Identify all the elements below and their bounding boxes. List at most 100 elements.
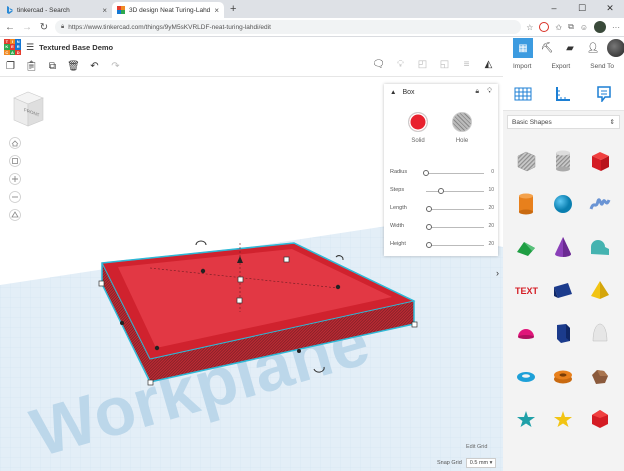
collections-icon[interactable]: ⧉ (568, 22, 574, 32)
prop-value[interactable]: 20 (488, 223, 494, 229)
resize-handle[interactable] (411, 321, 418, 328)
profile-icon[interactable]: ☺ (580, 23, 588, 32)
slider-track[interactable] (426, 191, 484, 192)
codeblocks-pickaxe-icon[interactable]: ⛏ (538, 39, 556, 57)
shape-sphere[interactable] (544, 182, 581, 225)
prop-value[interactable]: 10 (488, 187, 494, 193)
favorite-star-icon[interactable]: ☆ (526, 23, 533, 32)
collapse-panel-chevron-icon[interactable]: › (496, 268, 499, 278)
perspective-icon[interactable] (9, 209, 21, 221)
undo-icon[interactable]: ↶ (88, 61, 101, 72)
shape-polygon[interactable] (544, 311, 581, 354)
hole-button[interactable]: Hole (452, 112, 472, 144)
home-view-icon[interactable] (9, 137, 21, 149)
view-cube[interactable]: FRONT (10, 89, 46, 129)
slider-track[interactable] (426, 209, 484, 210)
prop-value[interactable]: 20 (488, 205, 494, 211)
side-handle[interactable] (120, 321, 124, 325)
shape-wedge[interactable] (544, 268, 581, 311)
user-avatar-small[interactable] (594, 21, 606, 33)
shape-box[interactable] (581, 139, 618, 182)
slider-track[interactable] (426, 173, 484, 174)
extension-icon[interactable] (539, 22, 550, 32)
lock-shape-icon[interactable]: 🔒︎ (475, 88, 479, 96)
edit-grid-button[interactable]: Edit Grid (466, 444, 487, 450)
shape-star-yellow[interactable] (544, 397, 581, 440)
shape-cylinder[interactable] (507, 182, 544, 225)
resize-handle[interactable] (236, 297, 243, 304)
shape-roof[interactable] (507, 225, 544, 268)
slider-track[interactable] (426, 245, 484, 246)
shape-box-striped[interactable] (507, 139, 544, 182)
slider-knob[interactable] (425, 224, 432, 230)
notes-icon[interactable] (595, 85, 613, 103)
slider-knob[interactable] (425, 242, 432, 248)
import-button[interactable]: Import (513, 63, 531, 70)
slider-knob[interactable] (423, 170, 429, 176)
center-handle[interactable] (237, 276, 244, 283)
side-handle[interactable] (297, 349, 301, 353)
maximize-icon[interactable]: ☐ (568, 0, 596, 18)
prop-value[interactable]: 20 (488, 241, 494, 247)
design-title[interactable]: Textured Base Demo (39, 43, 113, 52)
light-bulb-icon[interactable]: 💡︎ (394, 59, 407, 70)
shape-half-sphere[interactable] (507, 311, 544, 354)
collapse-inspector-icon[interactable]: ▲ (390, 89, 396, 96)
slider-knob[interactable] (425, 206, 432, 212)
close-tab-icon[interactable]: × (214, 6, 219, 15)
light-bulb-icon[interactable]: 💡︎ (487, 88, 492, 96)
back-icon[interactable]: ← (4, 22, 16, 33)
align-icon[interactable]: ≡ (460, 59, 473, 70)
resize-handle[interactable] (283, 256, 290, 263)
hole-swatch[interactable] (452, 112, 472, 132)
delete-icon[interactable]: 🗑︎ (67, 61, 80, 72)
shapes-category-select[interactable]: Basic Shapes ⇕ (507, 115, 620, 129)
shape-text[interactable]: TEXT (507, 268, 544, 311)
refresh-icon[interactable]: ↻ (38, 22, 50, 33)
workplane-grid-icon[interactable] (514, 85, 532, 103)
shape-torus[interactable] (507, 354, 544, 397)
browser-tab-tinkercad[interactable]: 3D design Neat Turing-Lahdi | Tinkercad … (112, 2, 224, 18)
favorites-icon[interactable]: ✩ (555, 23, 562, 32)
ungroup-icon[interactable]: ◱ (438, 59, 451, 70)
snap-grid-select[interactable]: 0.5 mm ▾ (465, 458, 497, 468)
slider-track[interactable] (426, 227, 484, 228)
shape-paraboloid[interactable] (581, 311, 618, 354)
zoom-out-icon[interactable] (9, 191, 21, 203)
resize-handle[interactable] (98, 280, 105, 287)
shape-name[interactable]: Box (402, 89, 414, 96)
redo-icon[interactable]: ↷ (109, 61, 122, 72)
shape-scribble[interactable] (581, 182, 618, 225)
forward-icon[interactable]: → (21, 22, 33, 33)
add-user-icon[interactable]: 👤︎ (584, 39, 602, 57)
more-menu-icon[interactable]: ··· (612, 23, 620, 32)
close-window-icon[interactable]: ✕ (596, 0, 624, 18)
shape-cone[interactable] (544, 225, 581, 268)
zoom-in-icon[interactable] (9, 173, 21, 185)
copy-icon[interactable]: ❐ (4, 61, 17, 72)
mirror-icon[interactable]: ◭ (482, 59, 495, 70)
note-icon[interactable]: 🗨︎ (372, 59, 385, 70)
minimize-icon[interactable]: – (540, 0, 568, 18)
group-icon[interactable]: ◰ (416, 59, 429, 70)
paste-icon[interactable]: 📋︎ (25, 61, 38, 72)
ruler-icon[interactable] (554, 85, 572, 103)
send-to-button[interactable]: Send To (590, 63, 614, 70)
lesson-briefcase-icon[interactable]: ▰ (561, 39, 579, 57)
shape-cylinder-striped[interactable] (544, 139, 581, 182)
tinkercad-logo[interactable]: TIN KER CAD (4, 38, 21, 56)
shape-generator[interactable] (581, 354, 618, 397)
shape-pyramid[interactable] (581, 268, 618, 311)
url-field[interactable]: 🔒︎ https://www.tinkercad.com/things/9yM5… (55, 20, 522, 34)
design-list-icon[interactable]: ☰ (26, 42, 34, 53)
slider-knob[interactable] (437, 188, 444, 194)
side-handle[interactable] (200, 268, 206, 274)
shape-star-teal[interactable] (507, 397, 544, 440)
browser-tab-search[interactable]: tinkercad - Search × (0, 2, 112, 18)
3d-design-grid-icon[interactable]: ▦ (513, 38, 533, 58)
shape-icosahedron[interactable] (581, 397, 618, 440)
new-tab-button[interactable]: + (230, 3, 236, 15)
shape-tube[interactable] (544, 354, 581, 397)
duplicate-icon[interactable]: ⧉ (46, 61, 59, 72)
rotate-handle-icon[interactable] (195, 240, 207, 246)
